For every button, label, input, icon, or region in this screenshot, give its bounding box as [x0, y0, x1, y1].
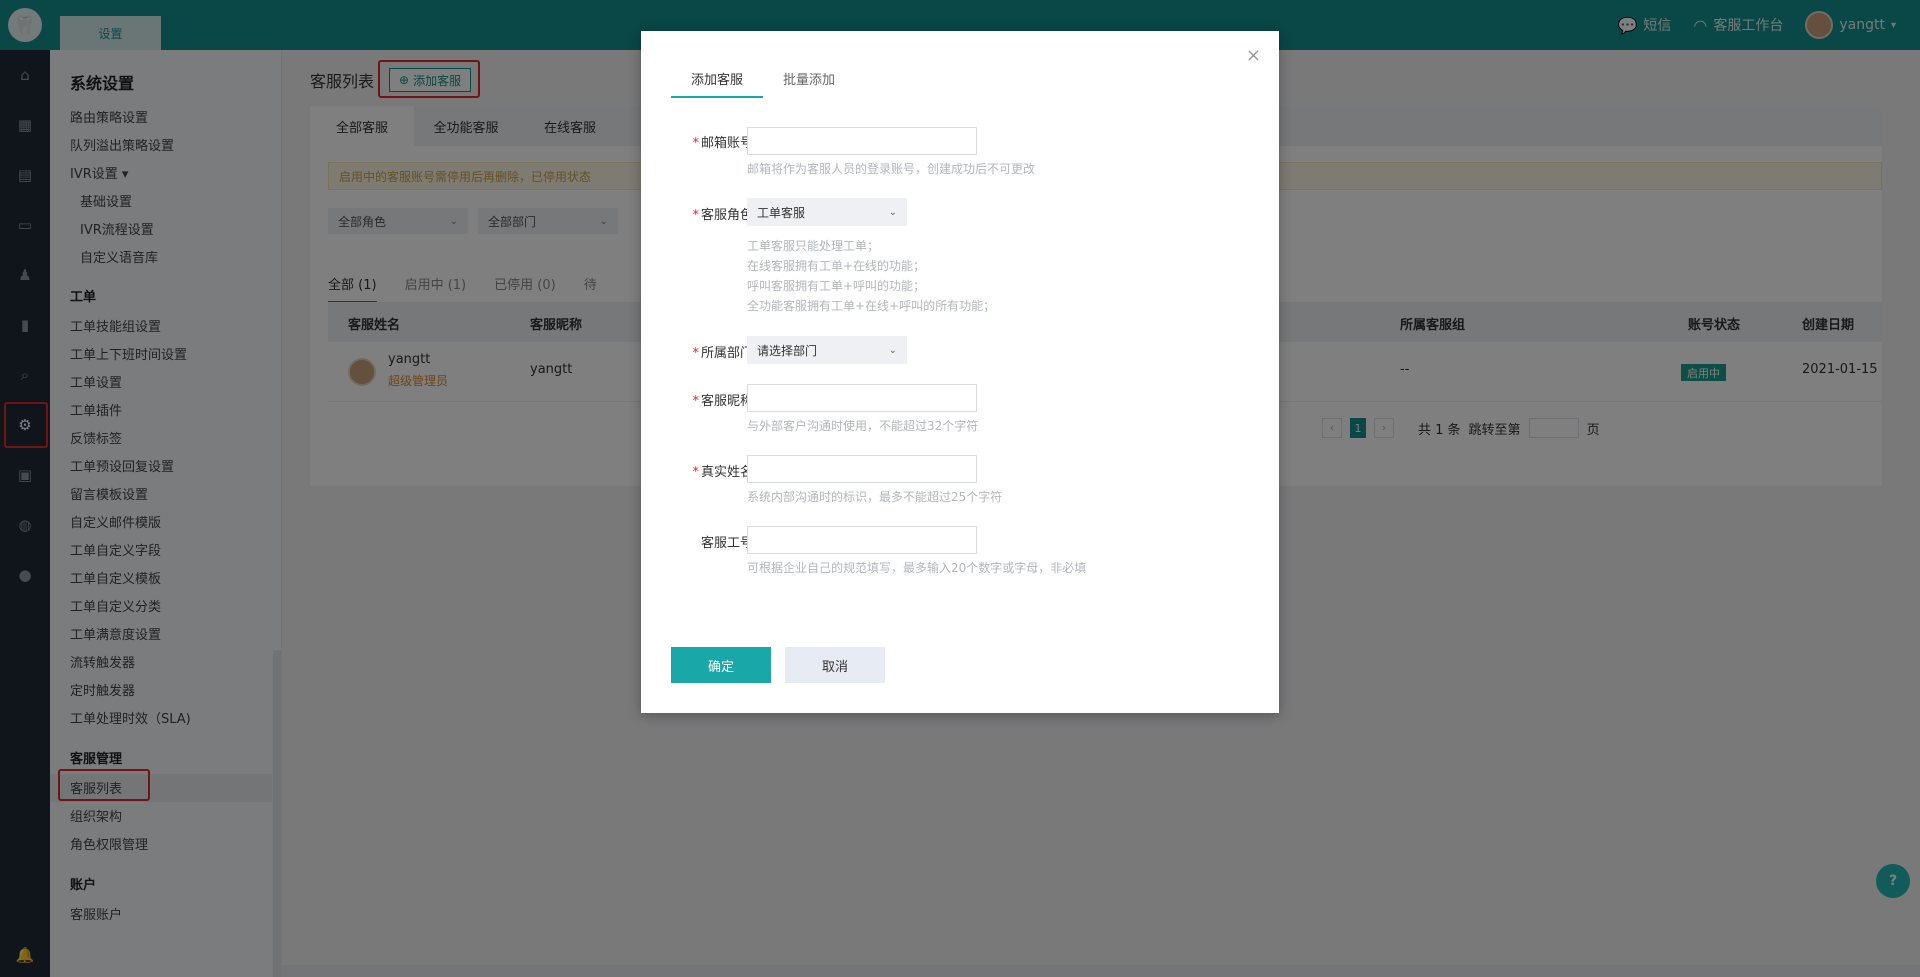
required-mark: * [692, 346, 699, 361]
close-icon[interactable]: × [1246, 45, 1261, 66]
dept-label-text: 所属部门 [700, 346, 753, 361]
email-field[interactable] [747, 127, 977, 155]
realname-hint: 系统内部沟通时的标识，最多不能超过25个字符 [747, 490, 1003, 504]
email-hint: 邮箱将作为客服人员的登录账号，创建成功后不可更改 [747, 162, 1036, 176]
role-hint-3: 呼叫客服拥有工单+呼叫的功能； [747, 279, 926, 293]
required-mark: * [692, 465, 699, 480]
add-agent-dialog: × 添加客服 批量添加 * 邮箱账号 邮箱将作为客服人员的登录账号，创建成功后不可… [641, 31, 1279, 713]
required-mark: * [692, 208, 699, 223]
dept-select[interactable]: 请选择部门 ⌄ [747, 336, 907, 364]
dept-select-value: 请选择部门 [757, 343, 818, 358]
realname-label-text: 真实姓名 [700, 465, 753, 480]
nickname-hint: 与外部客户沟通时使用，不能超过32个字符 [747, 419, 979, 433]
cancel-button[interactable]: 取消 [785, 647, 885, 683]
dept-label: * 所属部门 [673, 342, 753, 361]
tab-add-agent[interactable]: 添加客服 [671, 69, 764, 98]
agent-id-label: 客服工号 [700, 536, 753, 551]
confirm-button[interactable]: 确定 [671, 647, 771, 683]
chevron-down-icon: ⌄ [888, 344, 897, 356]
required-mark: * [692, 136, 699, 151]
agent-id-hint: 可根据企业自己的规范填写，最多输入20个数字或字母，非必填 [747, 561, 1087, 575]
email-label: * 邮箱账号 [673, 132, 753, 151]
nickname-label: * 客服昵称 [673, 390, 753, 409]
realname-label: * 真实姓名 [673, 461, 753, 480]
role-hint-4: 全功能客服拥有工单+在线+呼叫的所有功能； [747, 299, 996, 313]
realname-field[interactable] [747, 455, 977, 483]
role-hint-1: 工单客服只能处理工单； [747, 239, 880, 253]
dialog-tabs: 添加客服 批量添加 [671, 69, 855, 98]
nickname-label-text: 客服昵称 [700, 394, 753, 409]
nickname-field[interactable] [747, 384, 977, 412]
tab-batch-add[interactable]: 批量添加 [763, 69, 855, 98]
role-select-value: 工单客服 [757, 205, 806, 220]
role-label-text: 客服角色 [700, 208, 753, 223]
role-select[interactable]: 工单客服 ⌄ [747, 198, 907, 226]
chevron-down-icon: ⌄ [888, 206, 897, 218]
required-mark: * [692, 394, 699, 409]
email-label-text: 邮箱账号 [700, 136, 753, 151]
role-label: * 客服角色 [673, 204, 753, 223]
agent-id-field[interactable] [747, 526, 977, 554]
role-hint-2: 在线客服拥有工单+在线的功能； [747, 259, 926, 273]
